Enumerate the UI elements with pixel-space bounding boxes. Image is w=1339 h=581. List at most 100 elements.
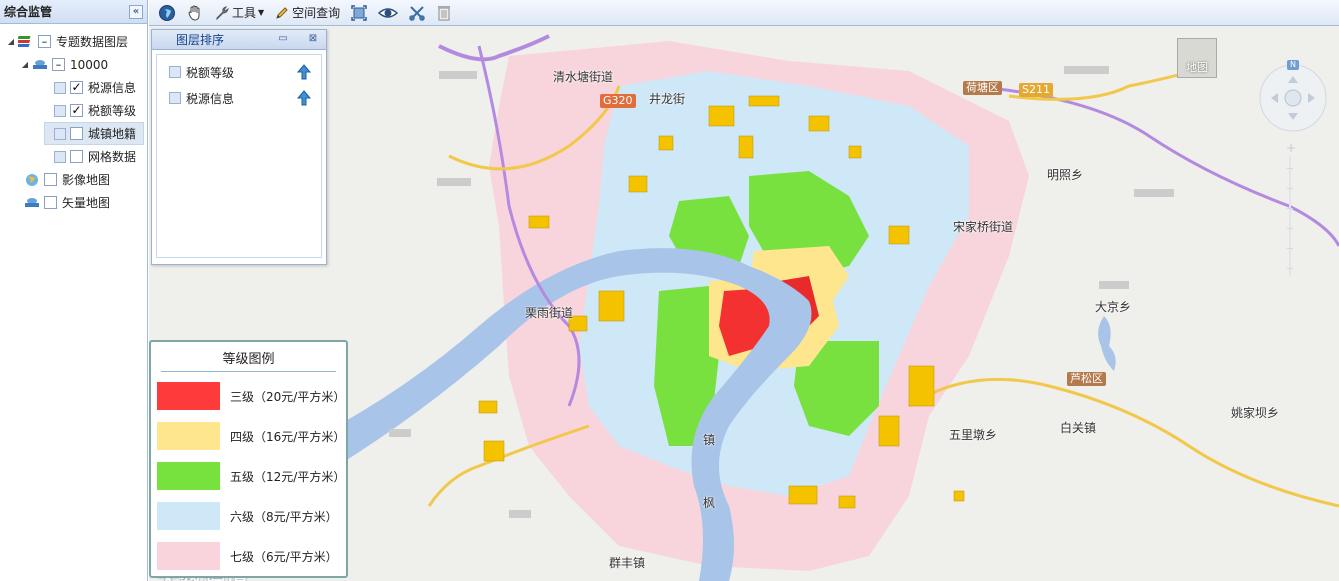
clear-button[interactable] bbox=[405, 2, 429, 24]
collapse-button[interactable]: « bbox=[129, 4, 143, 19]
tree-node-layer[interactable]: 网格数据 bbox=[0, 145, 147, 168]
place-label: 镇 bbox=[703, 433, 716, 447]
legend-label: 三级（20元/平方米） bbox=[230, 389, 346, 404]
arrow-up-icon[interactable] bbox=[297, 64, 311, 80]
layer-order-panel: 图层排序 ▭ ⊠ 税额等级 税源信息 bbox=[151, 29, 327, 265]
legend-item: 六级（8元/平方米） bbox=[157, 502, 338, 530]
expand-triangle-icon[interactable]: ◢ bbox=[20, 60, 30, 69]
tree-node-label: 10000 bbox=[70, 57, 109, 72]
close-button[interactable]: ⊠ bbox=[306, 33, 320, 46]
tree-node-label: 影像地图 bbox=[62, 173, 111, 187]
tree-node-thematic[interactable]: ◢ 专题数据图层 bbox=[0, 30, 147, 53]
panel-header: 综合监管 « bbox=[0, 0, 147, 24]
layer-icon bbox=[169, 66, 181, 78]
expand-triangle-icon[interactable]: ◢ bbox=[6, 37, 16, 46]
tree-checkbox[interactable] bbox=[70, 127, 83, 140]
legend-item: 三级（20元/平方米） bbox=[157, 382, 345, 410]
tree-checkbox[interactable] bbox=[52, 58, 65, 71]
tree-checkbox[interactable] bbox=[70, 81, 83, 94]
tree-node-layer[interactable]: 税源信息 bbox=[0, 76, 147, 99]
tree-node-image-map[interactable]: 影像地图 bbox=[0, 168, 147, 191]
compass-north-label: N bbox=[1290, 60, 1296, 69]
layer-icon bbox=[169, 92, 181, 104]
full-extent-button[interactable] bbox=[347, 2, 371, 24]
full-extent-icon bbox=[351, 4, 367, 21]
tree-checkbox[interactable] bbox=[70, 104, 83, 117]
layer-order-item[interactable]: 税源信息 bbox=[157, 85, 321, 111]
delete-button[interactable] bbox=[433, 2, 455, 24]
panel-title: 综合监管 bbox=[4, 5, 53, 19]
level-legend: 等级图例 三级（20元/平方米） 四级（16元/平方米） 五级（12元/平方米）… bbox=[149, 340, 348, 578]
layer-order-label: 税额等级 bbox=[186, 65, 235, 80]
legend-label: 五级（12元/平方米） bbox=[230, 469, 346, 484]
tree-checkbox[interactable] bbox=[44, 196, 57, 209]
place-label: 姚家坝乡 bbox=[1231, 406, 1280, 420]
arrow-up-icon[interactable] bbox=[297, 90, 311, 106]
tree-node-layer[interactable]: 税额等级 bbox=[0, 99, 147, 122]
trash-icon bbox=[438, 5, 451, 20]
layer-order-header: 图层排序 ▭ ⊠ bbox=[152, 30, 326, 50]
legend-label: 六级（8元/平方米） bbox=[230, 509, 338, 524]
tree-node-group[interactable]: ◢ 10000 bbox=[0, 53, 147, 76]
zoom-slider[interactable]: + bbox=[1285, 141, 1296, 284]
legend-label: 七级（6元/平方米） bbox=[230, 549, 338, 564]
eye-icon bbox=[378, 7, 399, 18]
layer-order-list: 税额等级 税源信息 bbox=[156, 54, 322, 258]
tools-menu[interactable]: 工具 ▼ bbox=[211, 2, 267, 24]
place-label: 清水塘街道 bbox=[553, 70, 614, 84]
globe-icon bbox=[159, 4, 175, 21]
hand-icon bbox=[188, 5, 200, 21]
scissors-icon bbox=[409, 5, 425, 21]
globe-icon bbox=[24, 173, 40, 186]
tree-checkbox[interactable] bbox=[70, 150, 83, 163]
layer-tree-panel: 综合监管 « ◢ 专题数据图层 ◢ 10000 bbox=[0, 0, 148, 581]
tree-node-label: 网格数据 bbox=[88, 150, 137, 164]
legend-item: 五级（12元/平方米） bbox=[157, 462, 345, 490]
place-label: 宋家桥街道 bbox=[953, 220, 1014, 234]
place-label: 五里墩乡 bbox=[949, 428, 998, 442]
tree-node-label: 税额等级 bbox=[88, 104, 137, 118]
place-label: 枫 bbox=[703, 496, 716, 510]
tree-node-vector-map[interactable]: 矢量地图 bbox=[0, 191, 147, 214]
road-badge: S211 bbox=[1019, 83, 1053, 97]
layer-icon bbox=[54, 150, 66, 163]
district-badge: 芦松区 bbox=[1067, 372, 1106, 386]
minimize-button[interactable]: ▭ bbox=[276, 33, 290, 46]
legend-title: 等级图例 bbox=[161, 348, 336, 372]
wrench-icon bbox=[216, 5, 229, 20]
tree-node-label: 专题数据图层 bbox=[56, 35, 129, 49]
place-label: 大京乡 bbox=[1095, 300, 1132, 314]
legend-swatch bbox=[157, 382, 220, 410]
legend-label: 四级（16元/平方米） bbox=[230, 429, 346, 444]
tree-checkbox[interactable] bbox=[44, 173, 57, 186]
tree-node-layer-selected[interactable]: 城镇地籍 bbox=[44, 122, 144, 145]
navigation-control[interactable]: N bbox=[1257, 58, 1329, 134]
tree-node-label: 城镇地籍 bbox=[88, 127, 137, 141]
layer-icon bbox=[54, 127, 66, 140]
layers-icon bbox=[24, 196, 40, 209]
tree-node-label: 矢量地图 bbox=[62, 196, 111, 210]
view-button[interactable] bbox=[375, 2, 401, 24]
spatial-query-button[interactable]: 空间查询 bbox=[271, 2, 343, 24]
chevron-down-icon: ▼ bbox=[258, 8, 265, 17]
tools-label: 工具 bbox=[232, 6, 257, 20]
pan-button[interactable] bbox=[183, 2, 207, 24]
place-label: 白关镇 bbox=[1060, 421, 1097, 435]
basemap-toggle[interactable]: 地图 bbox=[1177, 38, 1217, 78]
place-label: 井龙街 bbox=[649, 92, 686, 106]
layer-order-item[interactable]: 税额等级 bbox=[157, 59, 321, 85]
basemap-toggle-label: 地图 bbox=[1186, 61, 1208, 74]
place-label: 群丰镇 bbox=[609, 556, 646, 570]
spatial-query-label: 空间查询 bbox=[292, 6, 341, 20]
place-label: 明照乡 bbox=[1047, 168, 1084, 182]
thematic-layers-icon bbox=[16, 35, 34, 48]
map-toolbar: 工具 ▼ 空间查询 bbox=[149, 0, 1339, 26]
globe-button[interactable] bbox=[155, 2, 179, 24]
svg-text:+: + bbox=[1286, 144, 1295, 155]
legend-swatch bbox=[157, 502, 220, 530]
legend-item: 四级（16元/平方米） bbox=[157, 422, 345, 450]
group-layer-icon bbox=[32, 58, 48, 71]
road-badge: G320 bbox=[600, 94, 636, 108]
layer-order-label: 税源信息 bbox=[186, 91, 235, 106]
tree-checkbox[interactable] bbox=[38, 35, 51, 48]
